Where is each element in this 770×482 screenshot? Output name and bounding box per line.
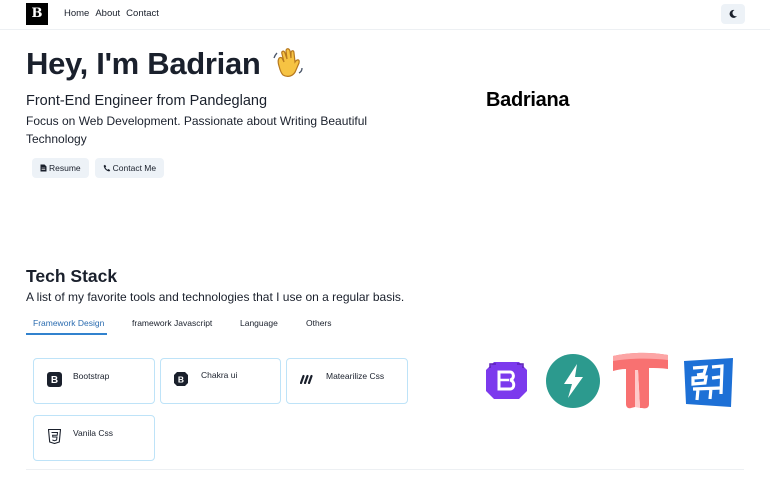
- hero-description: Focus on Web Development. Passionate abo…: [26, 114, 368, 146]
- tech-card-label: Vanila Css: [73, 428, 113, 438]
- hero-title: Hey, I'm Badrian: [26, 46, 305, 82]
- materialize-icon: [299, 371, 315, 387]
- tech-card-materialize[interactable]: Matearilize Css: [286, 358, 408, 404]
- hero-subtitle: Front-End Engineer from Pandeglang: [26, 93, 268, 109]
- theme-toggle-button[interactable]: [721, 4, 745, 24]
- nav-link-contact[interactable]: Contact: [126, 8, 159, 19]
- resume-button[interactable]: Resume: [32, 158, 89, 178]
- resume-label: Resume: [49, 163, 81, 173]
- tab-others[interactable]: Others: [306, 318, 332, 335]
- tech-card-vanila-css[interactable]: Vanila Css: [33, 415, 155, 461]
- tech-stack-description: A list of my favorite tools and technolo…: [26, 290, 405, 304]
- tech-card-label: Matearilize Css: [326, 371, 385, 381]
- tab-framework-design[interactable]: Framework Design: [26, 318, 107, 335]
- waving-hand-icon: [273, 48, 303, 77]
- tech-card-bootstrap[interactable]: B Bootstrap: [33, 358, 155, 404]
- svg-text:B: B: [50, 375, 57, 386]
- nav-links: Home About Contact: [64, 8, 159, 19]
- contact-me-button[interactable]: Contact Me: [94, 158, 165, 178]
- document-icon: [40, 164, 47, 172]
- phone-icon: [103, 164, 110, 172]
- moon-icon: [729, 9, 737, 18]
- tech-card-chakra-ui[interactable]: B Chakra ui: [160, 358, 281, 404]
- nav-link-about[interactable]: About: [95, 8, 120, 19]
- svg-text:B: B: [178, 375, 184, 385]
- tech-stack-title: Tech Stack: [26, 266, 118, 286]
- contact-me-label: Contact Me: [112, 163, 157, 173]
- hero-title-text: Hey, I'm Badrian: [26, 46, 261, 81]
- tech-card-label: Bootstrap: [73, 371, 110, 381]
- css3-icon: [46, 428, 62, 444]
- bootstrap-icon: B: [46, 371, 62, 387]
- brand-name: Badriana: [486, 89, 570, 111]
- tailwind-logo: [613, 352, 668, 409]
- tab-framework-javascript[interactable]: framework Javascript: [132, 318, 212, 335]
- tech-card-label: Chakra ui: [201, 370, 238, 380]
- site-logo[interactable]: B: [26, 3, 48, 25]
- tech-tabs: Framework Design framework Javascript La…: [26, 318, 426, 336]
- tab-language[interactable]: Language: [240, 318, 278, 335]
- chakra-ui-icon: B: [173, 371, 189, 387]
- materialize-logo: [684, 358, 733, 407]
- hero-buttons: Resume Contact Me: [32, 158, 165, 178]
- navbar: B Home About Contact: [0, 0, 770, 30]
- nav-link-home[interactable]: Home: [64, 8, 89, 19]
- footer-divider: [26, 469, 744, 470]
- chakra-ui-logo: [546, 354, 600, 408]
- bootstrap-logo: [486, 362, 527, 399]
